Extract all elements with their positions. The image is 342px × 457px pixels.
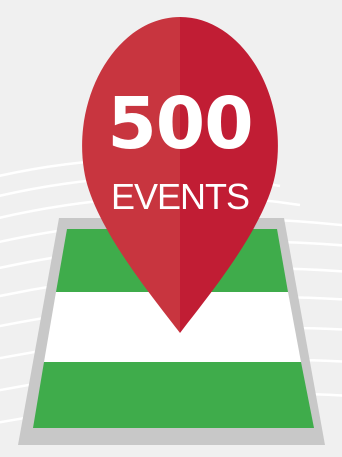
events-illustration: 500 EVENTS	[0, 0, 342, 457]
illustration-svg: 500 EVENTS	[0, 17, 342, 445]
event-count: 500	[107, 82, 252, 165]
map-stripe-bottom	[33, 362, 314, 428]
event-label: EVENTS	[111, 176, 249, 217]
